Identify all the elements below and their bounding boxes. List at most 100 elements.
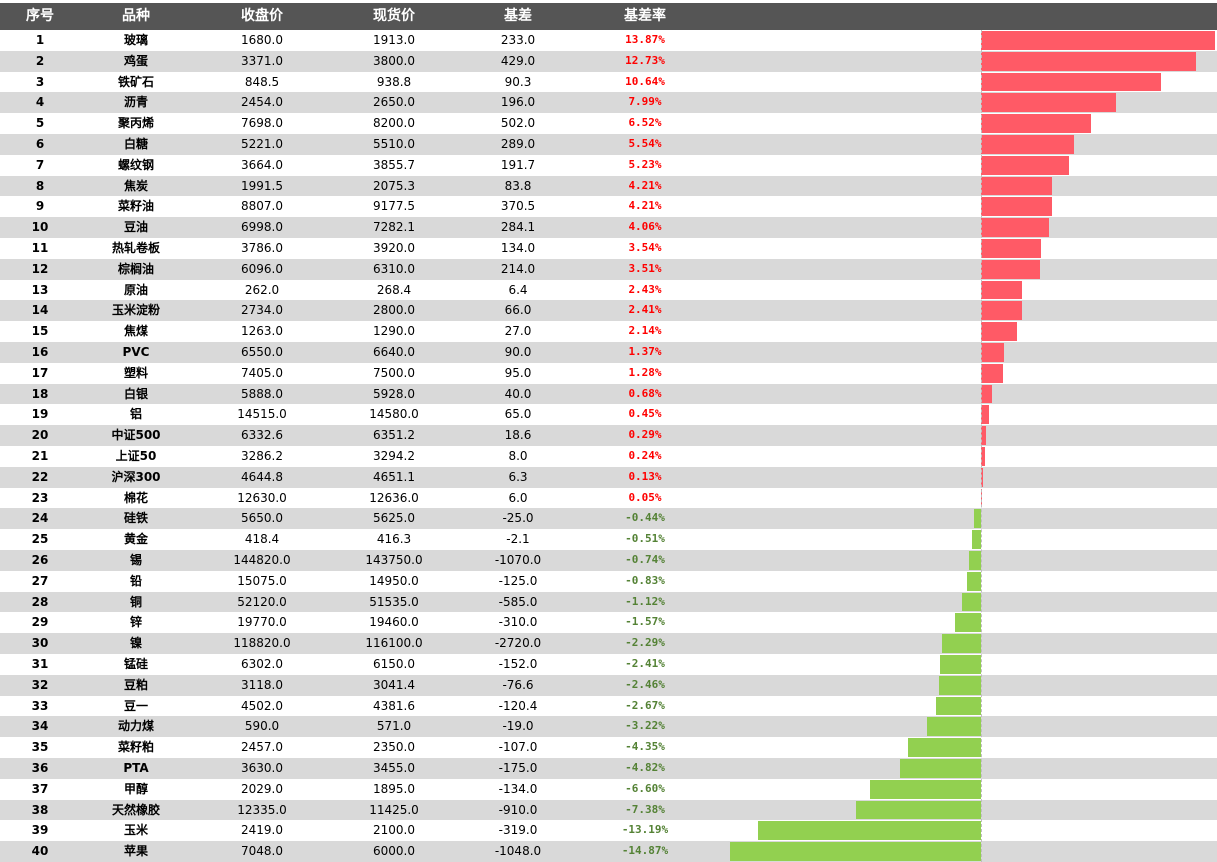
cell-spot: 938.8 [376, 74, 412, 89]
basis-rate-bar [981, 322, 1018, 341]
basis-rate-bar [899, 759, 981, 778]
table-row: 31 锰硅 6302.0 6150.0 -152.0 -2.41% [0, 654, 1217, 675]
basis-rate-bar [981, 114, 1091, 133]
cell-no: 13 [31, 282, 49, 297]
table-row: 12 棕榈油 6096.0 6310.0 214.0 3.51% [0, 258, 1217, 280]
table-row: 24 硅铁 5650.0 5625.0 -25.0 -0.44% [0, 508, 1217, 530]
table-row: 17 塑料 7405.0 7500.0 95.0 1.28% [0, 363, 1217, 384]
table-row: 29 锌 19770.0 19460.0 -310.0 -1.57% [0, 612, 1217, 633]
cell-no: 6 [35, 137, 45, 151]
cell-basis: -25.0 [502, 511, 534, 526]
cell-no: 24 [31, 511, 49, 526]
cell-close: 15075.0 [237, 573, 287, 588]
cell-rate: 4.21% [628, 199, 662, 213]
table-row: 32 豆粕 3118.0 3041.4 -76.6 -2.46% [0, 674, 1217, 696]
cell-basis: -2720.0 [494, 636, 542, 651]
cell-basis: -585.0 [498, 594, 538, 609]
cell-spot: 7282.1 [373, 220, 415, 235]
cell-spot: 51535.0 [369, 594, 419, 609]
basis-rate-bar [981, 405, 989, 425]
cell-spot: 12636.0 [369, 490, 419, 505]
cell-no: 32 [31, 677, 49, 692]
cell-no: 22 [31, 469, 49, 484]
cell-no: 18 [31, 386, 49, 401]
cell-no: 25 [31, 532, 49, 547]
cell-basis: -310.0 [498, 615, 538, 630]
cell-no: 9 [35, 199, 45, 214]
cell-rate: -4.82% [625, 761, 665, 774]
table-row: 26 锡 144820.0 143750.0 -1070.0 -0.74% [0, 550, 1217, 571]
cell-no: 4 [35, 95, 45, 110]
cell-close: 6332.6 [241, 428, 283, 443]
basis-rate-bar [869, 779, 981, 799]
table-row: 9 菜籽油 8807.0 9177.5 370.5 4.21% [0, 196, 1217, 217]
cell-basis: -910.0 [498, 802, 538, 817]
header-name: 品种 [122, 8, 150, 24]
table-row: 16 PVC 6550.0 6640.0 90.0 1.37% [0, 342, 1217, 363]
cell-basis: -134.0 [498, 781, 538, 796]
cell-name: 铅 [129, 573, 142, 588]
cell-rate: 4.06% [628, 220, 662, 234]
table-row: 10 豆油 6998.0 7282.1 284.1 4.06% [0, 217, 1217, 238]
cell-basis: 90.0 [504, 345, 532, 359]
cell-no: 1 [35, 33, 45, 47]
zero-axis [981, 30, 982, 862]
cell-spot: 416.3 [376, 532, 412, 547]
table-row: 25 黄金 418.4 416.3 -2.1 -0.51% [0, 529, 1217, 550]
cell-rate: 4.21% [628, 178, 662, 192]
table-row: 34 动力煤 590.0 571.0 -19.0 -3.22% [0, 716, 1217, 738]
basis-rate-bar [966, 571, 981, 591]
cell-close: 52120.0 [237, 594, 287, 609]
cell-close: 6302.0 [241, 657, 283, 671]
cell-rate: -0.51% [625, 532, 665, 546]
cell-spot: 2650.0 [373, 95, 415, 110]
cell-basis: 66.0 [504, 303, 532, 318]
table-row: 6 白糖 5221.0 5510.0 289.0 5.54% [0, 134, 1217, 155]
table-row: 33 豆一 4502.0 4381.6 -120.4 -2.67% [0, 696, 1217, 717]
cell-rate: -1.57% [625, 615, 665, 629]
table-row: 11 热轧卷板 3786.0 3920.0 134.0 3.54% [0, 238, 1217, 259]
cell-rate: -4.35% [625, 740, 665, 754]
cell-spot: 116100.0 [365, 636, 423, 651]
table-row: 7 螺纹钢 3664.0 3855.7 191.7 5.23% [0, 155, 1217, 176]
cell-close: 2419.0 [241, 823, 283, 838]
basis-rate-bar [972, 530, 981, 549]
basis-rate-bar [730, 842, 981, 861]
cell-rate: -13.19% [621, 823, 669, 837]
table-row: 28 铜 52120.0 51535.0 -585.0 -1.12% [0, 591, 1217, 613]
cell-no: 27 [31, 573, 49, 588]
cell-no: 40 [31, 844, 49, 859]
cell-no: 36 [31, 761, 49, 775]
basis-rate-bar [981, 72, 1161, 92]
cell-name: 中证500 [111, 428, 161, 443]
cell-name: 原油 [123, 282, 148, 297]
cell-basis: -152.0 [498, 657, 538, 671]
cell-basis: 90.3 [504, 74, 532, 89]
cell-close: 5221.0 [241, 137, 283, 151]
cell-basis: 65.0 [504, 407, 532, 422]
cell-name: 甲醇 [123, 781, 148, 796]
cell-no: 28 [31, 594, 49, 609]
cell-spot: 1895.0 [373, 781, 415, 796]
cell-spot: 11425.0 [369, 802, 419, 817]
basis-rate-bar [981, 31, 1215, 50]
cell-spot: 4381.6 [373, 698, 415, 713]
cell-close: 7698.0 [241, 116, 283, 131]
cell-basis: 429.0 [500, 53, 536, 68]
table-row: 37 甲醇 2029.0 1895.0 -134.0 -6.60% [0, 779, 1217, 800]
cell-no: 38 [31, 802, 49, 817]
cell-rate: 0.68% [628, 386, 662, 400]
cell-name: 棕榈油 [117, 261, 154, 276]
cell-rate: 3.54% [628, 241, 662, 254]
cell-close: 14515.0 [237, 407, 287, 422]
cell-basis: -107.0 [498, 740, 538, 755]
cell-close: 848.5 [244, 74, 280, 89]
cell-close: 144820.0 [233, 553, 291, 567]
table-row: 13 原油 262.0 268.4 6.4 2.43% [0, 280, 1217, 301]
header-basis: 基差 [504, 8, 532, 24]
cell-close: 590.0 [244, 719, 280, 734]
cell-name: 塑料 [123, 365, 148, 380]
cell-rate: 3.51% [628, 261, 662, 275]
cell-close: 1680.0 [241, 33, 283, 47]
table-row: 36 PTA 3630.0 3455.0 -175.0 -4.82% [0, 758, 1217, 779]
